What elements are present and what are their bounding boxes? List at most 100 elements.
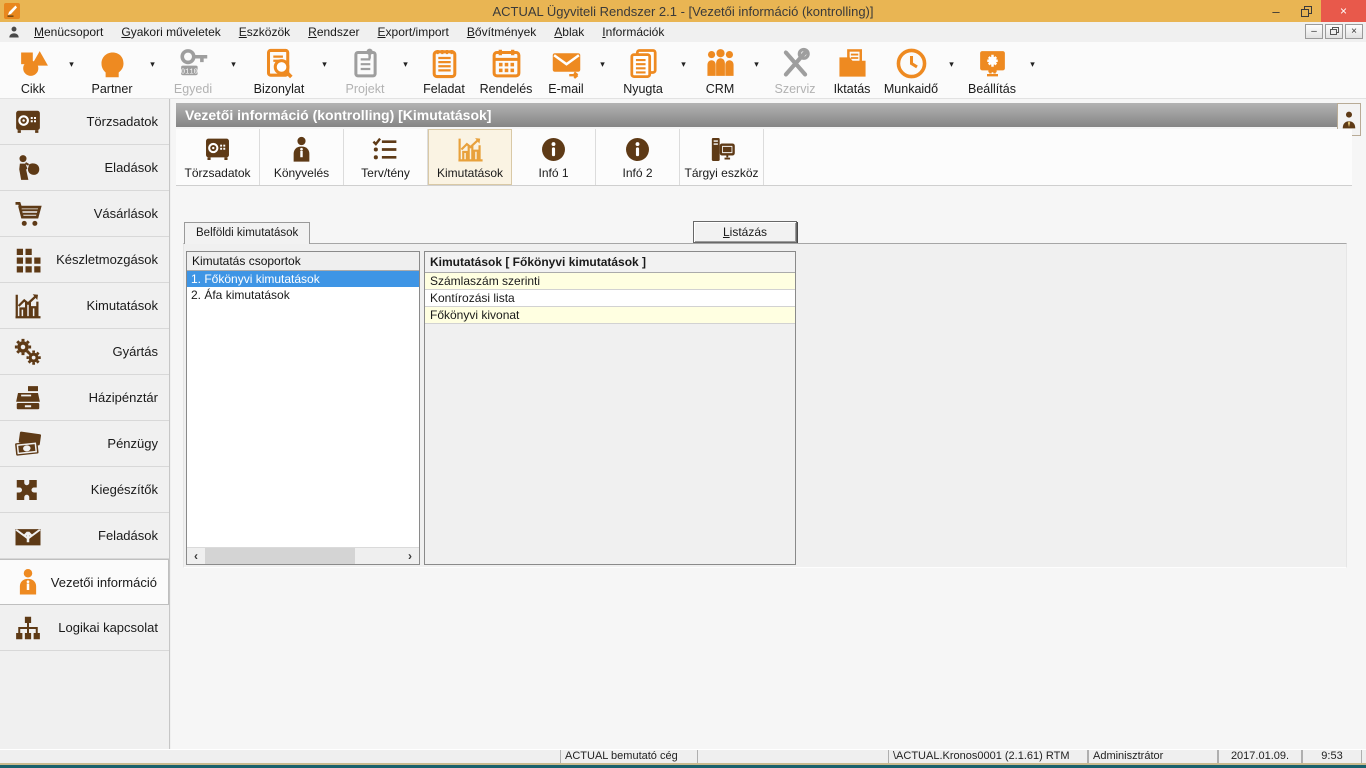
sidebar-item-kimutatasok[interactable]: Kimutatások [0,283,169,329]
status-company: ACTUAL bemutató cég [560,750,698,763]
puzzle-icon [13,475,47,505]
envelope-icon [550,46,583,81]
sidebar-item-penzugy[interactable]: Pénzügy [0,421,169,467]
application-window: ACTUAL Ügyviteli Rendszer 2.1 - [Vezetői… [0,0,1366,768]
shapes-icon [17,46,50,81]
shopping-cart-icon [13,199,47,229]
checklist-icon [371,135,400,164]
status-time: 9:53 [1302,750,1362,763]
horizontal-scrollbar[interactable]: ‹ › [187,547,419,564]
org-tree-icon [13,613,47,643]
toolbar-beallitas[interactable]: Beállítás [960,42,1024,98]
sidebar-item-torzsadatok[interactable]: Törzsadatok [0,99,169,145]
tab-info-2[interactable]: Infó 2 [596,129,680,185]
module-tab-strip: Törzsadatok Könyvelés Terv/tény Kimutatá… [176,129,1352,186]
cikk-dropdown-arrow[interactable]: ▾ [63,42,80,86]
tab-belfoldi-kimutatasok[interactable]: Belföldi kimutatások [184,222,310,244]
toolbar-egyedi[interactable]: 0110 Egyedi [161,42,225,98]
report-groups-panel: Kimutatás csoportok 1. Főkönyvi kimutatá… [186,251,420,565]
document-pin-icon [349,46,382,81]
toolbar-email[interactable]: E-mail [538,42,594,98]
mdi-close-button[interactable]: × [1345,24,1363,39]
sidebar-item-keszletmozgasok[interactable]: Készletmozgások [0,237,169,283]
egyedi-dropdown-arrow[interactable]: ▾ [225,42,242,86]
bar-chart-icon [13,291,47,321]
tab-terv-teny[interactable]: Terv/tény [344,129,428,185]
menu-bovitmenyek[interactable]: Bővítmények [458,22,545,42]
cash-register-icon [13,383,47,413]
status-date: 2017.01.09. [1218,750,1302,763]
toolbar-bizonylat[interactable]: Bizonylat [242,42,316,98]
bizonylat-dropdown-arrow[interactable]: ▾ [316,42,333,86]
title-bar: ACTUAL Ügyviteli Rendszer 2.1 - [Vezetői… [0,0,1366,22]
notepad-icon [428,46,461,81]
key-icon: 0110 [177,46,210,81]
clock-icon [895,46,928,81]
sidebar-item-vasarlasok[interactable]: Vásárlások [0,191,169,237]
partner-icon [96,46,129,81]
restore-icon [1301,6,1312,17]
mdi-restore-button[interactable] [1325,24,1343,39]
tools-icon [779,46,812,81]
monitor-gear-icon [976,46,1009,81]
toolbar-munkaido[interactable]: Munkaidő [879,42,943,98]
listazas-button[interactable]: Listázás [693,221,797,243]
sidebar-item-eladasok[interactable]: Eladások [0,145,169,191]
toolbar-nyugta[interactable]: Nyugta [611,42,675,98]
toolbar-partner[interactable]: Partner [80,42,144,98]
folder-document-icon [836,46,869,81]
scroll-left-arrow[interactable]: ‹ [187,548,205,564]
sidebar-item-vezetoi-informacio[interactable]: Vezetői információ [0,559,169,605]
toolbar-iktatas[interactable]: Iktatás [825,42,879,98]
restore-button[interactable] [1291,0,1321,22]
tab-info-1[interactable]: Infó 1 [512,129,596,185]
close-button[interactable]: × [1321,0,1366,22]
status-user: Adminisztrátor [1088,750,1218,763]
safe-icon [13,107,47,137]
toolbar-szerviz[interactable]: Szerviz [765,42,825,98]
report-row-szamlaszam-szerinti[interactable]: Számlaszám szerinti [425,273,795,290]
toolbar-rendeles[interactable]: Rendelés [474,42,538,98]
sidebar-item-logikai-kapcsolat[interactable]: Logikai kapcsolat [0,605,169,651]
menu-rendszer[interactable]: Rendszer [299,22,368,42]
report-groups-header: Kimutatás csoportok [187,252,419,271]
app-logo-icon [4,3,20,19]
minimize-button[interactable]: – [1261,0,1291,22]
tab-torzsadatok[interactable]: Törzsadatok [176,129,260,185]
menu-ablak[interactable]: Ablak [545,22,593,42]
munkaido-dropdown-arrow[interactable]: ▾ [943,42,960,86]
tab-kimutatasok[interactable]: Kimutatások [428,129,512,185]
menu-gyakori-muveletek[interactable]: Gyakori műveletek [112,22,229,42]
toolbar-projekt[interactable]: Projekt [333,42,397,98]
nyugta-dropdown-arrow[interactable]: ▾ [675,42,692,86]
main-toolbar: Cikk ▾ Partner ▾ 0110 Egyedi ▾ Bizonylat… [0,42,1366,99]
list-item-fokonyvi-kimutatasok[interactable]: 1. Főkönyvi kimutatások [187,271,419,287]
menu-export-import[interactable]: Export/import [369,22,458,42]
menu-informaciok[interactable]: Információk [593,22,673,42]
partner-dropdown-arrow[interactable]: ▾ [144,42,161,86]
sidebar-item-gyartas[interactable]: Gyártás [0,329,169,375]
tab-konyveles[interactable]: Könyvelés [260,129,344,185]
scroll-right-arrow[interactable]: › [401,548,419,564]
list-item-afa-kimutatasok[interactable]: 2. Áfa kimutatások [187,287,419,303]
crm-dropdown-arrow[interactable]: ▾ [748,42,765,86]
toolbar-crm[interactable]: CRM [692,42,748,98]
projekt-dropdown-arrow[interactable]: ▾ [397,42,414,86]
menu-menucsoport[interactable]: Menücsoport [25,22,112,42]
menu-person-icon [7,25,21,39]
person-bag-icon [13,153,47,183]
menu-eszkozok[interactable]: Eszközök [230,22,299,42]
tab-targyi-eszkoz[interactable]: Tárgyi eszköz [680,129,764,185]
sidebar-item-hazipenztar[interactable]: Házipénztár [0,375,169,421]
scrollbar-thumb[interactable] [205,548,355,564]
beallitas-dropdown-arrow[interactable]: ▾ [1024,42,1041,86]
sidebar-item-kiegeszitok[interactable]: Kiegészítők [0,467,169,513]
report-row-kontirozasi-lista[interactable]: Kontírozási lista [425,290,795,307]
email-dropdown-arrow[interactable]: ▾ [594,42,611,86]
toolbar-feladat[interactable]: Feladat [414,42,474,98]
toolbar-cikk[interactable]: Cikk [3,42,63,98]
report-row-fokonyvi-kivonat[interactable]: Főkönyvi kivonat [425,307,795,324]
mdi-minimize-button[interactable]: – [1305,24,1323,39]
sidebar-item-feladasok[interactable]: Feladások [0,513,169,559]
safe-icon [203,135,232,164]
